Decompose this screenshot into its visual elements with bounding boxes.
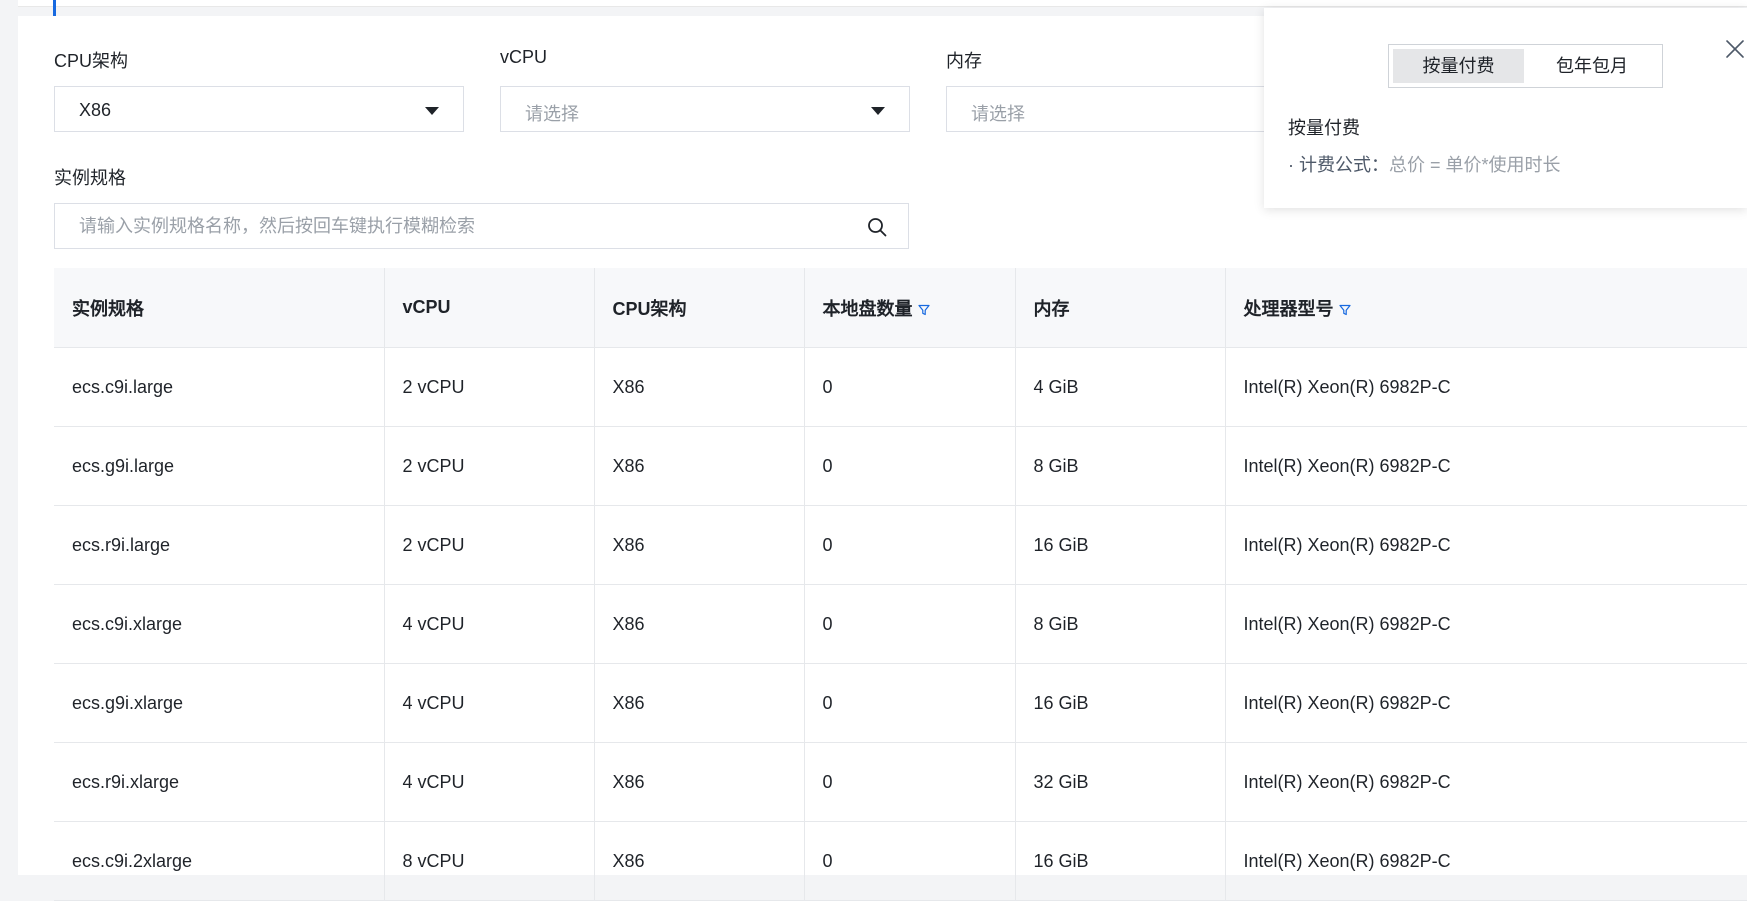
cell-local-disk-count: 0: [804, 742, 1016, 822]
filter-icon[interactable]: [1338, 304, 1351, 316]
cell-instance-spec: ecs.r9i.large: [54, 505, 385, 585]
tab-subscription[interactable]: 包年包月: [1526, 49, 1658, 83]
billing-formula-label: · 计费公式：: [1288, 155, 1389, 175]
billing-popover: 按量付费 包年包月 按量付费 · 计费公式：总价 = 单价*使用时长: [1264, 8, 1747, 208]
billing-formula: · 计费公式：总价 = 单价*使用时长: [1288, 151, 1561, 177]
instance-spec-search: [54, 203, 909, 249]
cell-instance-spec: ecs.c9i.xlarge: [54, 584, 385, 664]
vcpu-placeholder: 请选择: [525, 104, 579, 124]
cell-processor-model: Intel(R) Xeon(R) 6982P-C: [1225, 426, 1747, 506]
cell-local-disk-count: 0: [804, 347, 1016, 427]
column-header-instance-spec: 实例规格: [54, 268, 385, 348]
active-indicator: [53, 0, 56, 16]
cell-cpu-arch: X86: [594, 505, 805, 585]
cell-vcpu: 4 vCPU: [384, 584, 595, 664]
vcpu-select[interactable]: 请选择: [500, 86, 910, 132]
cpu-arch-select[interactable]: X86: [54, 86, 464, 132]
cell-cpu-arch: X86: [594, 742, 805, 822]
cell-local-disk-count: 0: [804, 505, 1016, 585]
column-header-local-disk-count: 本地盘数量: [804, 268, 1016, 348]
cell-memory: 32 GiB: [1015, 742, 1226, 822]
cell-processor-model: Intel(R) Xeon(R) 6982P-C: [1225, 505, 1747, 585]
column-header-cpu-arch: CPU架构: [594, 268, 805, 348]
cpu-arch-value: X86: [79, 100, 112, 120]
vcpu-label: vCPU: [500, 47, 548, 67]
cell-memory: 8 GiB: [1015, 426, 1226, 506]
cell-processor-model: Intel(R) Xeon(R) 6982P-C: [1225, 821, 1747, 901]
close-icon[interactable]: [1724, 38, 1746, 60]
billing-mode-toggle: 按量付费 包年包月: [1388, 44, 1663, 88]
cell-instance-spec: ecs.g9i.xlarge: [54, 663, 385, 743]
cell-instance-spec: ecs.r9i.xlarge: [54, 742, 385, 822]
table-header-row: 实例规格 vCPU CPU架构 本地盘数量 内存 处理器型号: [54, 268, 1747, 348]
cell-local-disk-count: 0: [804, 821, 1016, 901]
table-row[interactable]: ecs.c9i.xlarge 4 vCPU X86 0 8 GiB Intel(…: [54, 584, 1747, 664]
cell-vcpu: 4 vCPU: [384, 742, 595, 822]
cell-vcpu: 4 vCPU: [384, 663, 595, 743]
instance-spec-table: 实例规格 vCPU CPU架构 本地盘数量 内存 处理器型号 ecs.c9i.l…: [54, 268, 1747, 901]
table-row[interactable]: ecs.c9i.2xlarge 8 vCPU X86 0 16 GiB Inte…: [54, 821, 1747, 901]
cell-processor-model: Intel(R) Xeon(R) 6982P-C: [1225, 663, 1747, 743]
cell-cpu-arch: X86: [594, 426, 805, 506]
cell-local-disk-count: 0: [804, 426, 1016, 506]
filter-icon[interactable]: [917, 304, 930, 316]
cell-processor-model: Intel(R) Xeon(R) 6982P-C: [1225, 742, 1747, 822]
cell-vcpu: 2 vCPU: [384, 426, 595, 506]
cell-memory: 16 GiB: [1015, 663, 1226, 743]
chevron-down-icon: [425, 107, 439, 115]
cell-cpu-arch: X86: [594, 584, 805, 664]
table-row[interactable]: ecs.c9i.large 2 vCPU X86 0 4 GiB Intel(R…: [54, 347, 1747, 427]
cpu-arch-label: CPU架构: [54, 51, 129, 71]
cell-memory: 16 GiB: [1015, 505, 1226, 585]
cell-vcpu: 8 vCPU: [384, 821, 595, 901]
column-header-memory: 内存: [1015, 268, 1226, 348]
cell-processor-model: Intel(R) Xeon(R) 6982P-C: [1225, 347, 1747, 427]
billing-mode-title: 按量付费: [1288, 118, 1360, 138]
column-header-processor-model: 处理器型号: [1225, 268, 1747, 348]
cell-instance-spec: ecs.c9i.2xlarge: [54, 821, 385, 901]
cell-instance-spec: ecs.c9i.large: [54, 347, 385, 427]
column-header-vcpu: vCPU: [384, 268, 595, 348]
table-row[interactable]: ecs.r9i.xlarge 4 vCPU X86 0 32 GiB Intel…: [54, 742, 1747, 822]
cell-local-disk-count: 0: [804, 663, 1016, 743]
cell-vcpu: 2 vCPU: [384, 347, 595, 427]
billing-formula-value: 总价 = 单价*使用时长: [1389, 155, 1561, 175]
search-icon[interactable]: [866, 216, 888, 238]
table-row[interactable]: ecs.g9i.large 2 vCPU X86 0 8 GiB Intel(R…: [54, 426, 1747, 506]
cell-cpu-arch: X86: [594, 347, 805, 427]
cell-memory: 4 GiB: [1015, 347, 1226, 427]
cell-processor-model: Intel(R) Xeon(R) 6982P-C: [1225, 584, 1747, 664]
memory-label: 内存: [946, 51, 982, 71]
cell-vcpu: 2 vCPU: [384, 505, 595, 585]
table-row[interactable]: ecs.g9i.xlarge 4 vCPU X86 0 16 GiB Intel…: [54, 663, 1747, 743]
instance-spec-label: 实例规格: [54, 168, 126, 188]
cell-memory: 8 GiB: [1015, 584, 1226, 664]
cell-cpu-arch: X86: [594, 821, 805, 901]
memory-placeholder: 请选择: [971, 104, 1025, 124]
chevron-down-icon: [871, 107, 885, 115]
cell-cpu-arch: X86: [594, 663, 805, 743]
table-row[interactable]: ecs.r9i.large 2 vCPU X86 0 16 GiB Intel(…: [54, 505, 1747, 585]
instance-spec-search-input[interactable]: [79, 212, 839, 240]
top-strip: [18, 0, 1747, 7]
cell-instance-spec: ecs.g9i.large: [54, 426, 385, 506]
cell-local-disk-count: 0: [804, 584, 1016, 664]
cell-memory: 16 GiB: [1015, 821, 1226, 901]
tab-pay-as-you-go[interactable]: 按量付费: [1393, 49, 1524, 83]
